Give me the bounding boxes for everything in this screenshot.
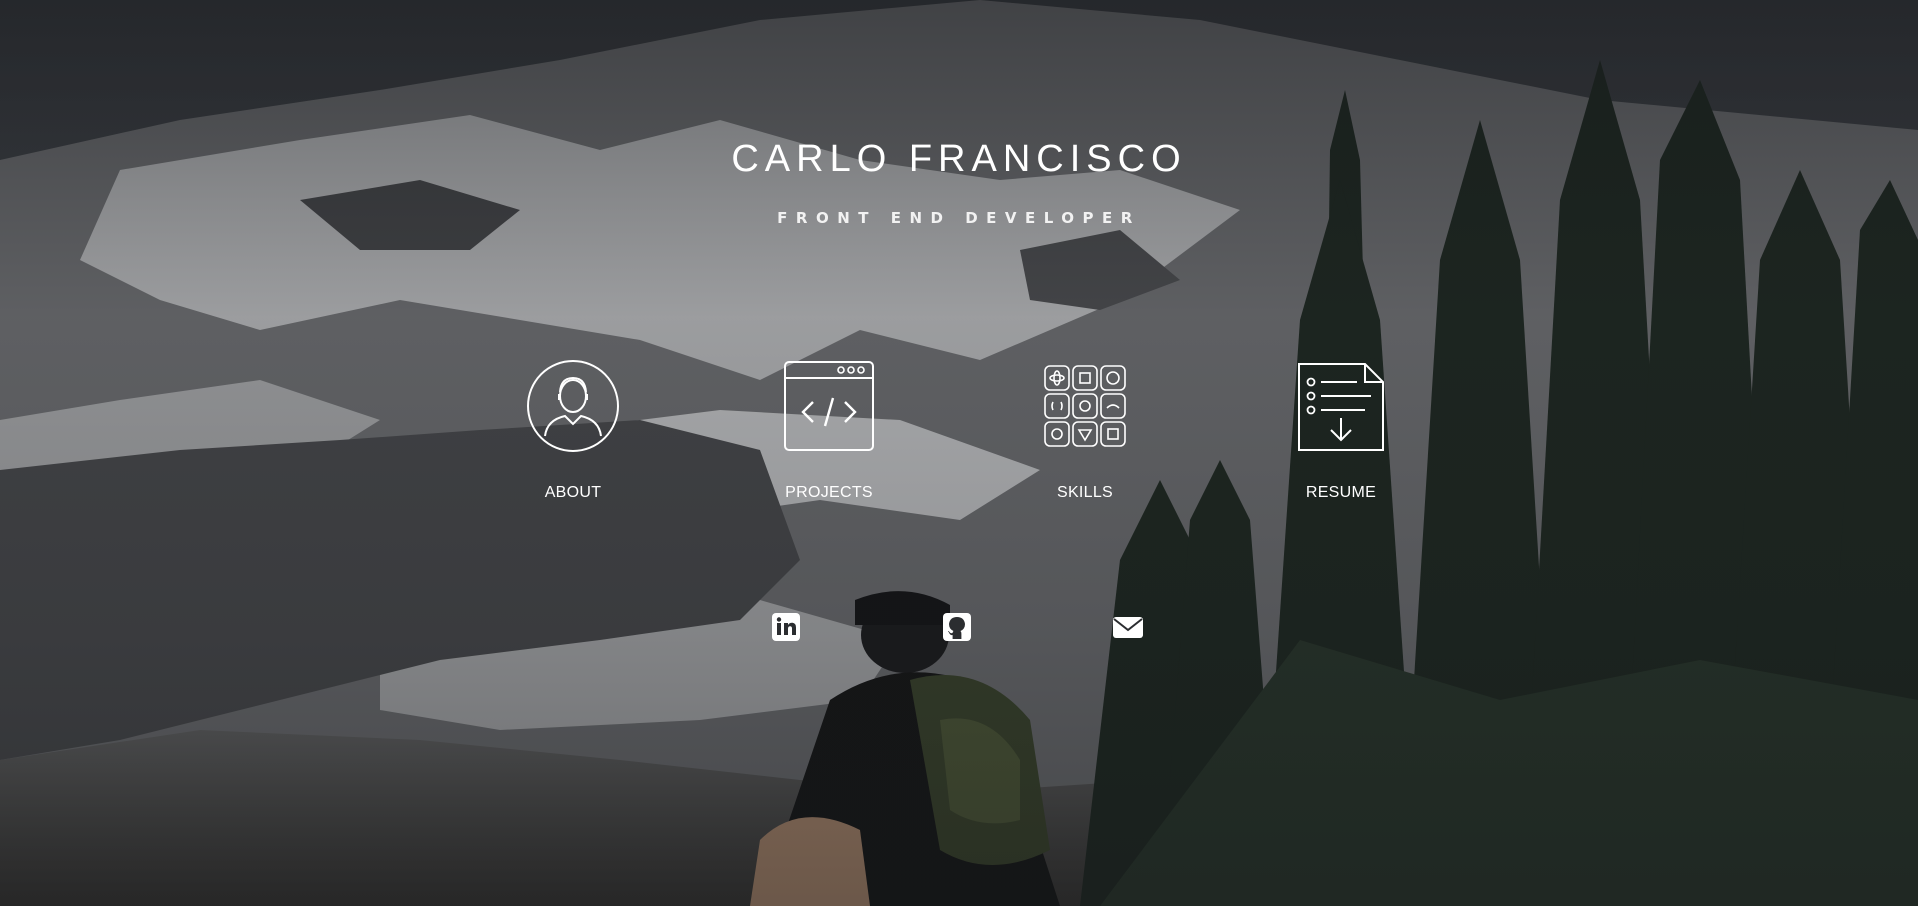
nav-projects-label: PROJECTS [785, 484, 873, 501]
nav-projects-link[interactable]: PROJECTS [759, 358, 899, 502]
nav-resume-link[interactable]: RESUME [1271, 358, 1411, 502]
subtitle-role: FRONT END DEVELOPER [777, 209, 1141, 227]
linkedin-link[interactable] [769, 610, 803, 644]
page-title: CARLO FRANCISCO [731, 138, 1187, 180]
main-nav: ABOUT PROJECTS SKILLS RESUME [0, 358, 1918, 508]
nav-about-link[interactable]: ABOUT [503, 358, 643, 502]
skills-grid-icon [1044, 365, 1126, 447]
nav-skills-label: SKILLS [1056, 484, 1114, 501]
code-window-icon [784, 361, 874, 451]
github-icon [943, 613, 971, 641]
nav-resume-label: RESUME [1305, 484, 1377, 501]
email-link[interactable] [1111, 610, 1145, 644]
nav-skills-link[interactable]: SKILLS [1015, 358, 1155, 502]
hero-header: CARLO FRANCISCO FRONT END DEVELOPER [0, 138, 1918, 227]
github-link[interactable] [940, 610, 974, 644]
linkedin-icon [772, 613, 800, 641]
nav-about-label: ABOUT [544, 484, 602, 501]
user-avatar-icon [527, 360, 619, 452]
resume-download-icon [1298, 363, 1384, 451]
email-icon [1113, 617, 1143, 638]
social-links [0, 610, 1918, 650]
